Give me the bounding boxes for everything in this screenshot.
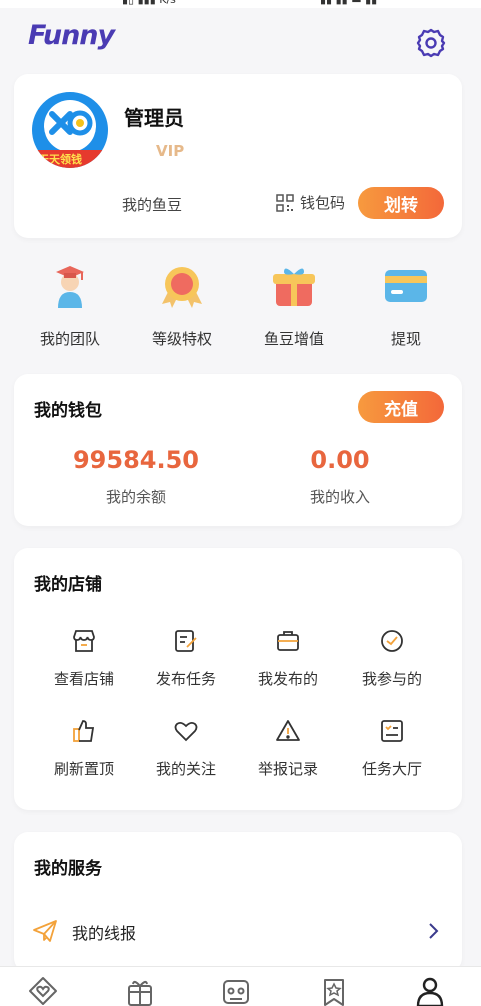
balance-label: 我的余额	[105, 488, 166, 506]
store-item-label: 我发布的	[257, 670, 318, 688]
nav-favorites[interactable]	[318, 975, 350, 1006]
transfer-button[interactable]: 划转	[358, 187, 444, 219]
fishbean-label[interactable]: 我的鱼豆	[122, 194, 182, 215]
nav-gift[interactable]	[124, 975, 156, 1006]
quick-actions: 我的团队 等级特权 鱼豆增值 提现	[0, 258, 481, 354]
top-bar: Funny	[0, 8, 481, 68]
store-item-label: 我参与的	[361, 670, 422, 688]
gift-icon	[128, 980, 152, 1006]
store-item-label: 举报记录	[257, 760, 318, 778]
paper-plane-icon	[32, 918, 58, 944]
store-item-label: 发布任务	[155, 670, 216, 688]
nav-games[interactable]	[220, 975, 252, 1006]
services-card: 我的服务 我的线报	[14, 832, 462, 972]
vip-badge: VIP	[156, 142, 185, 160]
signal-indicator: ▮▯ ▮▮▮ K/s	[122, 0, 176, 6]
quick-item-withdraw[interactable]: 提现	[356, 258, 456, 349]
wallet-code-label: 钱包码	[300, 194, 346, 212]
gift-box-icon	[270, 262, 318, 310]
income-value[interactable]: 0.00	[240, 446, 440, 474]
services-title: 我的服务	[34, 859, 102, 879]
recharge-button[interactable]: 充值	[358, 391, 444, 423]
team-icon	[46, 262, 94, 310]
store-item-task-hall[interactable]: 任务大厅	[336, 718, 448, 779]
card-icon	[382, 262, 430, 310]
settings-button[interactable]	[414, 26, 448, 60]
service-item-label: 我的线报	[72, 924, 137, 943]
wallet-title: 我的钱包	[34, 401, 102, 421]
chevron-right-icon	[426, 920, 440, 942]
status-bar: ▮▯ ▮▮▮ K/s ▮▮ ▮▮ ▬ ▮▮	[0, 0, 481, 8]
store-item-view-store[interactable]: 查看店铺	[28, 628, 140, 689]
edit-task-icon	[173, 628, 199, 654]
store-item-publish-task[interactable]: 发布任务	[130, 628, 242, 689]
balance-value[interactable]: 99584.50	[36, 446, 236, 474]
warning-icon	[275, 718, 301, 744]
qr-code-icon	[276, 193, 294, 212]
nav-profile[interactable]	[414, 975, 446, 1006]
nav-home[interactable]	[27, 975, 59, 1006]
quick-item-fishbean-growth[interactable]: 鱼豆增值	[244, 258, 344, 349]
store-item-label: 任务大厅	[361, 760, 422, 778]
store-item-my-published[interactable]: 我发布的	[232, 628, 344, 689]
store-title: 我的店铺	[34, 575, 102, 595]
status-icons: ▮▮ ▮▮ ▬ ▮▮	[320, 0, 377, 6]
wallet-code-button[interactable]: 钱包码	[276, 192, 345, 213]
store-item-label: 查看店铺	[53, 670, 114, 688]
profile-card: 天天领钱 管理员 VIP 我的鱼豆 钱包码 划转	[14, 74, 462, 238]
quick-item-privileges[interactable]: 等级特权	[132, 258, 232, 349]
thumbs-up-icon	[71, 718, 97, 744]
diamond-heart-icon	[29, 977, 57, 1005]
quick-item-team[interactable]: 我的团队	[20, 258, 120, 349]
quick-item-label: 鱼豆增值	[263, 330, 324, 348]
quick-item-label: 提现	[390, 330, 421, 348]
star-bookmark-icon	[324, 979, 344, 1006]
store-item-my-follows[interactable]: 我的关注	[130, 718, 242, 779]
store-icon	[71, 628, 97, 654]
avatar-banner-text: 天天领钱	[38, 153, 82, 166]
username: 管理员	[124, 106, 184, 130]
person-icon	[416, 977, 444, 1006]
task-list-icon	[379, 718, 405, 744]
medal-icon	[158, 262, 206, 310]
service-item-my-leads[interactable]: 我的线报	[14, 910, 462, 954]
income-label: 我的收入	[309, 488, 370, 506]
store-card: 我的店铺 查看店铺 发布任务 我发布的 我参与的 刷新置顶 我的关注 举报记录 …	[14, 548, 462, 810]
heart-icon	[173, 718, 199, 744]
quick-item-label: 我的团队	[39, 330, 100, 348]
bottom-nav	[0, 966, 481, 1006]
check-circle-icon	[379, 628, 405, 654]
avatar[interactable]: 天天领钱	[32, 92, 108, 168]
wallet-card: 我的钱包 充值 99584.50 我的余额 0.00 我的收入	[14, 374, 462, 526]
gamepad-icon	[223, 980, 249, 1004]
app-logo: Funny	[28, 20, 115, 51]
store-item-refresh-top[interactable]: 刷新置顶	[28, 718, 140, 779]
briefcase-icon	[275, 628, 301, 654]
quick-item-label: 等级特权	[151, 330, 212, 348]
store-item-label: 刷新置顶	[53, 760, 114, 778]
store-item-label: 我的关注	[155, 760, 216, 778]
store-item-my-joined[interactable]: 我参与的	[336, 628, 448, 689]
store-item-report-records[interactable]: 举报记录	[232, 718, 344, 779]
gear-icon	[416, 28, 446, 58]
